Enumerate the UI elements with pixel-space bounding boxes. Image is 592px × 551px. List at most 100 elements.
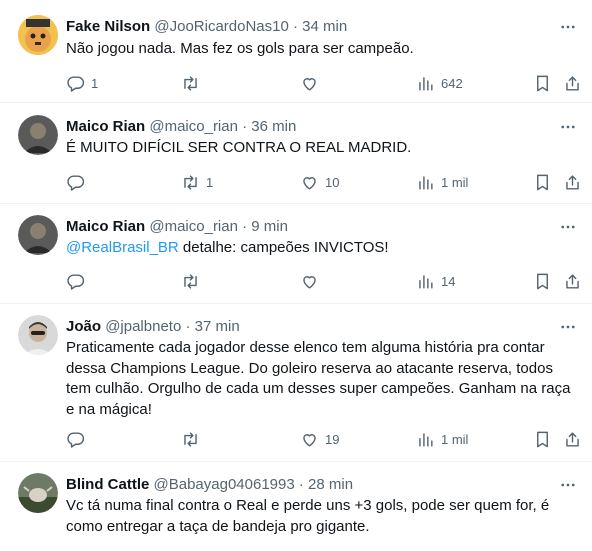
reply-icon (67, 75, 85, 92)
tweet-header: Blind Cattle @Babayag04061993 · 28 min (66, 475, 353, 495)
avatar[interactable] (18, 115, 58, 155)
retweet-icon (184, 75, 197, 91)
reply-button[interactable] (66, 271, 91, 291)
author-handle[interactable]: @JooRicardoNas10 (154, 18, 288, 35)
author-handle[interactable]: @jpalbneto (105, 318, 181, 335)
timestamp[interactable]: · 36 min (242, 118, 296, 135)
share-button[interactable] (563, 172, 582, 192)
tweet-header: Maico Rian @maico_rian · 9 min (66, 217, 288, 237)
retweet-button[interactable]: 1 (181, 172, 213, 192)
views-count: 1 mil (441, 174, 469, 190)
reply-icon (67, 431, 85, 448)
views-count: 642 (441, 75, 463, 91)
author-handle[interactable]: @Babayag04061993 (154, 476, 295, 493)
more-icon[interactable] (558, 17, 578, 37)
share-button[interactable] (563, 429, 582, 449)
views-icon (419, 175, 433, 190)
author-name[interactable]: Maico Rian (66, 118, 145, 135)
retweet-button[interactable] (181, 73, 206, 93)
author-name[interactable]: Maico Rian (66, 218, 145, 235)
reply-button[interactable]: 1 (66, 73, 98, 93)
bookmark-button[interactable] (533, 73, 552, 93)
views-button[interactable]: 1 mil (416, 172, 468, 192)
heart-icon (303, 176, 316, 190)
tweet[interactable]: Maico Rian @maico_rian · 36 min É MUITO … (0, 103, 592, 204)
heart-icon (303, 77, 316, 91)
author-handle[interactable]: @maico_rian (149, 118, 238, 135)
timestamp[interactable]: · 28 min (299, 476, 353, 493)
avatar[interactable] (18, 15, 58, 55)
share-icon (566, 174, 579, 190)
avatar[interactable] (18, 215, 58, 255)
bookmark-icon (537, 431, 548, 447)
tweet[interactable]: Maico Rian @maico_rian · 9 min @RealBras… (0, 204, 592, 304)
views-count: 14 (441, 273, 456, 289)
author-name[interactable]: Blind Cattle (66, 476, 149, 493)
tweet-text: Não jogou nada. Mas fez os gols para ser… (66, 40, 414, 57)
tweet[interactable]: Fake Nilson @JooRicardoNas10 · 34 min Nã… (0, 0, 592, 103)
like-button[interactable] (300, 73, 325, 93)
action-bar: 1 10 1 mil (66, 172, 586, 192)
bookmark-icon (537, 273, 548, 289)
like-count: 10 (325, 174, 340, 190)
tweet-header: Maico Rian @maico_rian · 36 min (66, 117, 296, 137)
reply-count: 1 (91, 75, 99, 91)
action-bar: 1 642 (66, 73, 586, 93)
retweet-button[interactable] (181, 271, 206, 291)
author-handle[interactable]: @maico_rian (149, 218, 238, 235)
mention-link[interactable]: @RealBrasil_BR (66, 239, 179, 256)
tweet-header: João @jpalbneto · 37 min (66, 317, 240, 337)
share-button[interactable] (563, 73, 582, 93)
timestamp[interactable]: · 9 min (242, 218, 288, 235)
retweet-icon (184, 273, 197, 289)
tweet[interactable]: João @jpalbneto · 37 min Praticamente ca… (0, 304, 592, 462)
like-button[interactable] (300, 271, 325, 291)
author-name[interactable]: João (66, 318, 101, 335)
tweet-text-rest: detalhe: campeões INVICTOS! (178, 239, 389, 256)
views-count: 1 mil (441, 431, 469, 447)
like-count: 19 (325, 431, 340, 447)
bookmark-button[interactable] (533, 271, 552, 291)
share-icon (566, 273, 579, 289)
more-icon[interactable] (558, 217, 578, 237)
tweet-text: Praticamente cada jogador desse elenco t… (66, 339, 571, 418)
heart-icon (303, 275, 316, 289)
views-button[interactable]: 642 (416, 73, 463, 93)
timestamp[interactable]: · 34 min (293, 18, 347, 35)
action-bar: 14 (66, 271, 586, 291)
reply-icon (67, 174, 85, 191)
retweet-icon (184, 174, 197, 190)
heart-icon (303, 433, 316, 447)
bookmark-button[interactable] (533, 172, 552, 192)
bookmark-icon (537, 174, 548, 190)
more-icon[interactable] (558, 317, 578, 337)
retweet-icon (184, 431, 197, 447)
views-icon (419, 76, 433, 91)
views-button[interactable]: 14 (416, 271, 455, 291)
share-button[interactable] (563, 271, 582, 291)
views-icon (419, 274, 433, 289)
author-name[interactable]: Fake Nilson (66, 18, 150, 35)
views-button[interactable]: 1 mil (416, 429, 468, 449)
avatar[interactable] (18, 315, 58, 355)
tweet-text: @RealBrasil_BR detalhe: campeões INVICTO… (66, 238, 576, 259)
action-bar: 19 1 mil (66, 429, 586, 449)
more-icon[interactable] (558, 475, 578, 495)
like-button[interactable]: 19 (300, 429, 339, 449)
tweet-text: Vc tá numa final contra o Real e perde u… (66, 497, 550, 535)
like-button[interactable]: 10 (300, 172, 339, 192)
tweet-text: É MUITO DIFÍCIL SER CONTRA O REAL MADRID… (66, 139, 412, 156)
share-icon (566, 75, 579, 91)
reply-button[interactable] (66, 429, 91, 449)
reply-button[interactable] (66, 172, 91, 192)
views-icon (419, 432, 433, 447)
tweet-header: Fake Nilson @JooRicardoNas10 · 34 min (66, 17, 347, 37)
share-icon (566, 431, 579, 447)
retweet-count: 1 (206, 174, 214, 190)
timestamp[interactable]: · 37 min (185, 318, 239, 335)
bookmark-button[interactable] (533, 429, 552, 449)
retweet-button[interactable] (181, 429, 206, 449)
more-icon[interactable] (558, 117, 578, 137)
tweet[interactable]: Blind Cattle @Babayag04061993 · 28 min V… (0, 462, 592, 551)
avatar[interactable] (18, 473, 58, 513)
